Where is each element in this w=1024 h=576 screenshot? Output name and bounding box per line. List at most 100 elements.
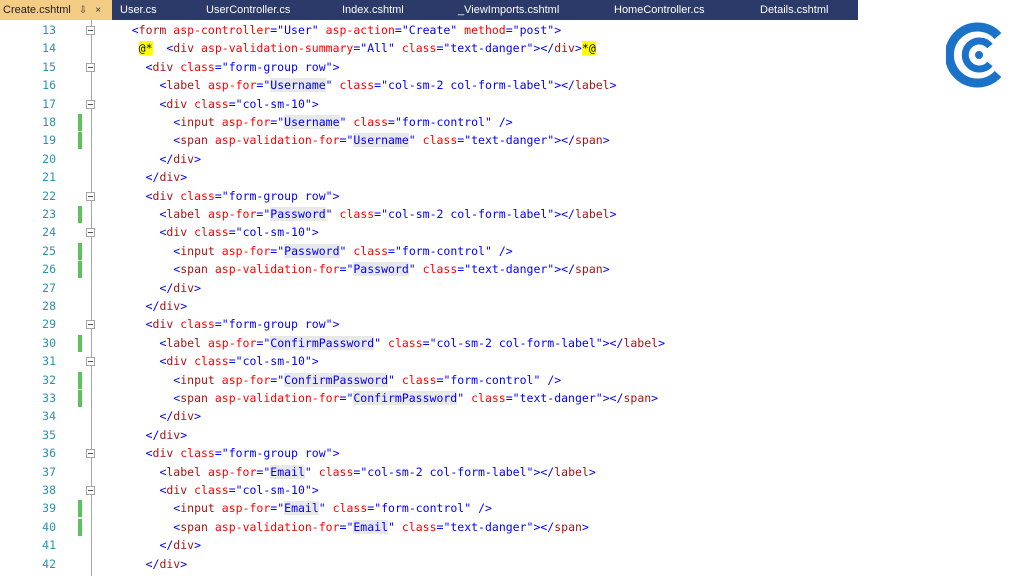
code-line[interactable]: 17 <div class="col-sm-10"> <box>0 95 858 113</box>
attribute-name: asp-validation-for <box>214 133 340 148</box>
code-text[interactable]: <input asp-for="ConfirmPassword" class="… <box>173 371 561 389</box>
code-text[interactable]: <span asp-validation-for="Password" clas… <box>173 260 610 278</box>
collapse-toggle-icon[interactable] <box>86 320 95 330</box>
code-line[interactable]: 33 <span asp-validation-for="ConfirmPassw… <box>0 389 858 407</box>
line-number: 40 <box>42 519 56 534</box>
code-line[interactable]: 20 </div> <box>0 150 858 168</box>
tab-user-cs[interactable]: User.cs <box>120 0 157 20</box>
code-text[interactable]: <form asp-controller="User" asp-action="… <box>132 21 561 39</box>
code-text[interactable]: <div class="form-group row"> <box>146 444 340 462</box>
code-line[interactable]: 15 <div class="form-group row"> <box>0 58 858 76</box>
code-line[interactable]: 22 <div class="form-group row"> <box>0 187 858 205</box>
code-text[interactable]: <label asp-for="ConfirmPassword" class="… <box>159 334 665 352</box>
collapse-toggle-icon[interactable] <box>86 357 95 367</box>
code-line[interactable]: 40 <span asp-validation-for="Email" class… <box>0 518 858 536</box>
close-icon[interactable]: × <box>95 1 101 21</box>
collapse-toggle-icon[interactable] <box>86 449 95 459</box>
punctuation: > <box>311 225 319 240</box>
code-text[interactable]: <div class="form-group row"> <box>146 58 340 76</box>
code-line[interactable]: 26 <span asp-validation-for="Password" cl… <box>0 260 858 279</box>
tab-create-cshtml[interactable]: Create.cshtml ⇩ × <box>0 0 112 20</box>
code-line[interactable]: 25 <input asp-for="Password" class="form-… <box>0 242 858 260</box>
code-text[interactable]: <span asp-validation-for="Username" clas… <box>173 131 610 149</box>
code-line[interactable]: 41 </div> <box>0 536 858 554</box>
code-text[interactable]: <input asp-for="Username" class="form-co… <box>173 113 513 131</box>
code-text[interactable]: <div class="form-group row"> <box>146 187 340 205</box>
line-number: 16 <box>42 78 56 93</box>
code-line[interactable]: 30 <label asp-for="ConfirmPassword" class… <box>0 334 858 352</box>
attribute-value: "col-sm-2 col-form-label" <box>360 464 534 479</box>
collapse-toggle-icon[interactable] <box>86 26 95 35</box>
code-text[interactable]: <input asp-for="Email" class="form-contr… <box>173 499 492 517</box>
collapse-toggle-icon[interactable] <box>86 62 95 72</box>
code-text[interactable]: <div class="col-sm-10"> <box>159 95 318 113</box>
code-line[interactable]: 14 @* <div asp-validation-summary="All" c… <box>0 39 858 57</box>
code-line[interactable]: 28 </div> <box>0 297 858 315</box>
code-line[interactable]: 42 </div> <box>0 555 858 573</box>
code-line[interactable]: 36 <div class="form-group row"> <box>0 444 858 462</box>
code-text[interactable]: </div> <box>159 407 201 425</box>
punctuation: > <box>194 280 202 295</box>
code-line[interactable]: 29 <div class="form-group row"> <box>0 315 858 333</box>
code-text[interactable]: <div class="form-group row"> <box>146 315 340 333</box>
tab-usercontroller-cs[interactable]: UserController.cs <box>206 0 290 20</box>
code-text[interactable]: <div class="col-sm-10"> <box>159 223 318 241</box>
tag-name: div <box>159 556 181 571</box>
code-line[interactable]: 35 </div> <box>0 426 858 444</box>
code-text[interactable]: </div> <box>146 297 188 315</box>
punctuation: = <box>388 115 395 129</box>
code-line[interactable]: 38 <div class="col-sm-10"> <box>0 481 858 499</box>
tag-name: div <box>159 170 181 185</box>
tag-name: div <box>152 188 174 203</box>
tag-name: div <box>173 41 195 56</box>
code-text[interactable]: <div class="col-sm-10"> <box>159 352 318 370</box>
code-text[interactable]: </div> <box>146 168 188 186</box>
code-text[interactable]: @* <div asp-validation-summary="All" cla… <box>138 39 596 57</box>
code-line[interactable]: 32 <input asp-for="ConfirmPassword" class… <box>0 371 858 389</box>
tab-viewimports-cshtml[interactable]: _ViewImports.cshtml <box>458 0 559 20</box>
code-line[interactable]: 39 <input asp-for="Email" class="form-con… <box>0 499 858 518</box>
collapse-toggle-icon[interactable] <box>86 486 95 495</box>
punctuation: = <box>505 391 513 405</box>
code-line[interactable]: 21 </div> <box>0 168 858 186</box>
tab-index-cshtml[interactable]: Index.cshtml <box>342 0 404 20</box>
code-text[interactable]: </div> <box>159 279 201 297</box>
code-editor[interactable]: 13 <form asp-controller="User" asp-action… <box>0 20 858 576</box>
code-text[interactable]: <span asp-validation-for="Email" class="… <box>173 518 589 536</box>
code-text[interactable]: <span asp-validation-for="ConfirmPasswor… <box>173 389 658 407</box>
code-line[interactable]: 37 <label asp-for="Email" class="col-sm-2… <box>0 463 858 481</box>
tab-details-cshtml[interactable]: Details.cshtml <box>760 0 828 20</box>
code-line[interactable]: 27 </div> <box>0 279 858 297</box>
code-text[interactable]: <label asp-for="Email" class="col-sm-2 c… <box>159 463 596 481</box>
tag-name: label <box>623 335 659 350</box>
punctuation: /> <box>498 243 513 258</box>
collapse-toggle-icon[interactable] <box>86 99 95 109</box>
code-text[interactable]: </div> <box>159 536 201 554</box>
code-line[interactable]: 34 </div> <box>0 407 858 425</box>
code-text[interactable]: </div> <box>159 150 201 168</box>
attribute-name: class <box>180 188 215 203</box>
collapse-toggle-icon[interactable] <box>86 228 95 238</box>
line-number: 41 <box>42 538 56 553</box>
tab-homecontroller-cs[interactable]: HomeController.cs <box>614 0 704 20</box>
collapse-toggle-icon[interactable] <box>86 191 95 201</box>
code-line[interactable]: 13 <form asp-controller = "User" asp-action… <box>0 21 858 39</box>
code-text[interactable]: </div> <box>146 555 188 573</box>
code-line[interactable]: 23 <label asp-for="Password" class="col-s… <box>0 205 858 223</box>
pin-icon[interactable]: ⇩ <box>79 1 87 21</box>
change-marker <box>78 390 82 407</box>
code-text[interactable]: <label asp-for="Password" class="col-sm-… <box>159 205 617 223</box>
code-text[interactable]: </div> <box>146 426 188 444</box>
code-line[interactable]: 31 <div class="col-sm-10"> <box>0 352 858 370</box>
code-text[interactable]: <label asp-for="Username" class="col-sm-… <box>159 76 617 94</box>
code-line[interactable]: 24 <div class="col-sm-10"> <box>0 223 858 241</box>
code-text[interactable]: <input asp-for="Password" class="form-co… <box>173 242 513 260</box>
code-line[interactable]: 19 <span asp-validation-for="Username" cl… <box>0 131 858 150</box>
code-line[interactable]: 16 <label asp-for="Username" class="col-s… <box>0 76 858 94</box>
punctuation: < <box>145 59 153 74</box>
code-line[interactable]: 18 <input asp-for="Username" class="form-… <box>0 113 858 131</box>
code-text[interactable]: <div class="col-sm-10"> <box>159 481 318 499</box>
